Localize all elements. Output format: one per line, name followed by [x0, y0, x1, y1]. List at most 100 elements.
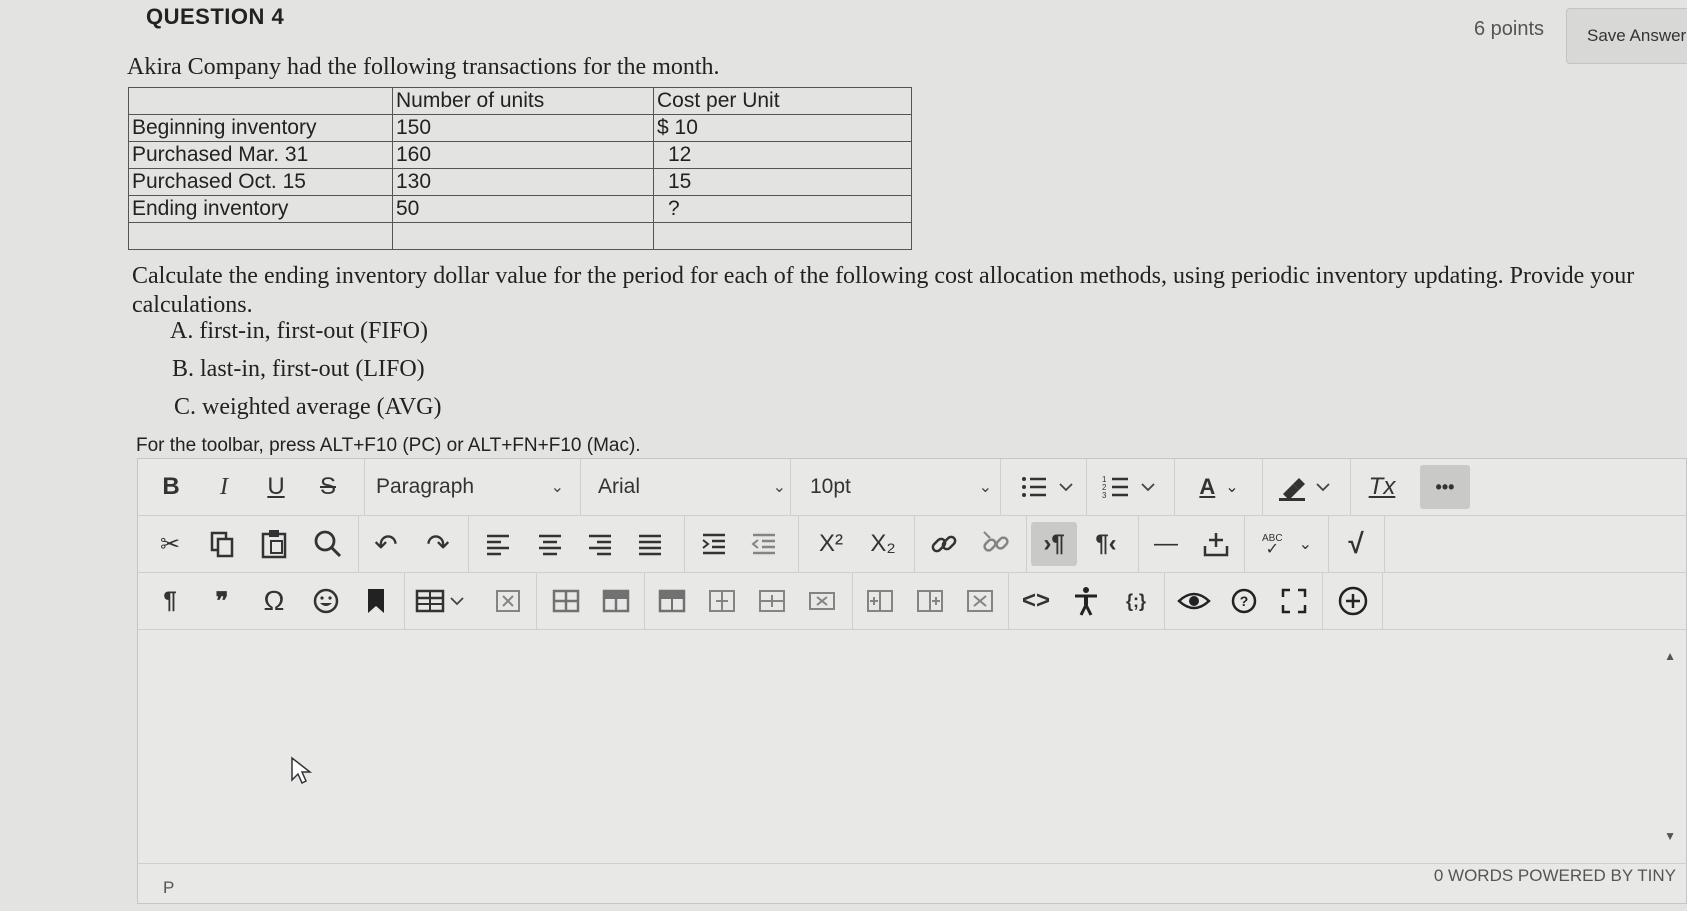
copy-button[interactable] [202, 526, 242, 562]
align-left-button[interactable] [478, 526, 518, 562]
superscript-button[interactable]: X² [808, 526, 854, 562]
strikethrough-button[interactable]: S [310, 469, 346, 505]
option-a: A. first-in, first-out (FIFO) [170, 318, 428, 345]
bold-button[interactable]: B [153, 469, 189, 505]
add-circle-icon [1338, 586, 1368, 616]
scroll-up-arrow-icon[interactable]: ▲ [1664, 649, 1676, 663]
toolbar-row-3: ¶ ❞ Ω <> {;} ? [138, 573, 1687, 630]
outdent-button[interactable] [744, 526, 784, 562]
spellcheck-button[interactable]: ABC ✓ ⌄ [1252, 524, 1322, 564]
scissors-icon: ✂ [159, 530, 181, 558]
table-row-icon [552, 589, 580, 613]
copy-icon [210, 531, 234, 558]
redo-icon: ↷ [426, 528, 450, 560]
table-insert-row-before-button[interactable] [652, 583, 692, 619]
delete-table-button[interactable] [488, 583, 528, 619]
cut-button[interactable]: ✂ [150, 526, 190, 562]
accessibility-icon [1075, 587, 1097, 616]
text-color-button[interactable]: A ⌄ [1184, 469, 1254, 505]
option-text: weighted average (AVG) [202, 394, 442, 420]
table-insert-col-after-button[interactable] [910, 583, 950, 619]
table-header-cell: Cost per Unit [653, 87, 912, 115]
underline-button[interactable]: U [258, 469, 294, 505]
blockquote-button[interactable]: ❞ [202, 583, 242, 619]
justify-button[interactable] [630, 526, 670, 562]
redo-button[interactable]: ↷ [418, 526, 458, 562]
save-answer-button[interactable]: Save Answer [1566, 8, 1687, 64]
svg-text:?: ? [1240, 593, 1249, 609]
math-equation-button[interactable]: √ [1336, 526, 1376, 562]
option-text: first-in, first-out (FIFO) [199, 318, 428, 344]
link-icon [931, 535, 957, 553]
table-row-properties-button[interactable] [546, 583, 586, 619]
table-cell: Purchased Oct. 15 [128, 168, 393, 196]
more-options-button[interactable]: ••• [1420, 465, 1470, 509]
subscript-button[interactable]: X₂ [860, 526, 906, 562]
highlight-color-button[interactable] [1272, 469, 1342, 505]
numbered-list-button[interactable]: 1 2 3 [1096, 469, 1166, 505]
table-insert-col-icon [867, 590, 893, 612]
element-path[interactable]: P [163, 878, 174, 898]
italic-button[interactable]: I [206, 469, 242, 505]
option-letter: C. [174, 394, 197, 420]
powered-by-link[interactable]: POWERED BY TINY [1518, 866, 1676, 885]
bookmark-button[interactable] [356, 583, 396, 619]
clear-formatting-button[interactable]: Tx [1360, 469, 1404, 505]
option-letter: B. [172, 356, 195, 382]
code-sample-button[interactable]: {;} [1116, 583, 1156, 619]
align-center-button[interactable] [530, 526, 570, 562]
help-button[interactable]: ? [1224, 583, 1264, 619]
table-cell: 160 [392, 141, 654, 169]
emoticons-button[interactable] [306, 583, 346, 619]
accessibility-checker-button[interactable] [1066, 583, 1106, 619]
insert-link-button[interactable] [924, 526, 964, 562]
table-row: Purchased Oct. 15 130 15 [128, 168, 912, 196]
editor-status-bar: P 0 WORDS POWERED BY TINY [138, 863, 1687, 906]
table-cell: Ending inventory [128, 195, 393, 223]
paste-button[interactable] [254, 526, 294, 562]
horizontal-line-button[interactable]: — [1146, 526, 1186, 562]
insert-table-button[interactable] [412, 583, 478, 619]
font-family-value: Arial [598, 475, 641, 498]
align-right-button[interactable] [580, 526, 620, 562]
table-delete-col-button[interactable] [960, 583, 1000, 619]
table-delete-icon [496, 590, 520, 612]
block-format-dropdown[interactable]: Paragraph ⌄ [376, 469, 572, 505]
unlink-icon [983, 531, 1009, 552]
table-icon [415, 589, 464, 613]
special-character-button[interactable]: Ω [254, 583, 294, 619]
insert-anchor-button[interactable] [1196, 526, 1236, 562]
scroll-down-arrow-icon[interactable]: ▼ [1664, 829, 1676, 843]
undo-button[interactable]: ↶ [366, 526, 406, 562]
table-insert-row-after-button[interactable] [702, 583, 742, 619]
bookmark-icon [368, 589, 384, 613]
source-code-button[interactable]: <> [1016, 583, 1056, 619]
align-justify-icon [639, 534, 661, 556]
table-row-delete-x-button[interactable] [802, 583, 842, 619]
preview-button[interactable] [1172, 583, 1216, 619]
table-insert-col-before-button[interactable] [860, 583, 900, 619]
toolbar-row-1: B I U S Paragraph ⌄ Arial ⌄ 10pt ⌄ 1 2 3… [138, 459, 1687, 516]
rtl-pilcrow-icon: ¶‹ [1095, 530, 1117, 557]
remove-link-button[interactable] [976, 526, 1016, 562]
fullscreen-button[interactable] [1274, 583, 1314, 619]
fullscreen-icon [1281, 588, 1307, 614]
mouse-pointer-icon [290, 756, 313, 791]
rtl-direction-button[interactable]: ¶‹ [1084, 526, 1128, 562]
ltr-direction-button[interactable]: ›¶ [1031, 522, 1077, 566]
insert-content-button[interactable] [1332, 581, 1374, 621]
points-label: 6 points [1474, 18, 1545, 40]
indent-button[interactable] [694, 526, 734, 562]
find-replace-button[interactable] [308, 526, 348, 562]
bullet-list-button[interactable] [1014, 469, 1084, 505]
font-size-dropdown[interactable]: 10pt ⌄ [810, 469, 1000, 505]
show-blocks-button[interactable]: ¶ [150, 583, 190, 619]
help-icon: ? [1231, 588, 1257, 614]
table-delete-row-button[interactable] [752, 583, 792, 619]
block-format-value: Paragraph [376, 475, 475, 498]
table-cell-properties-button[interactable] [596, 583, 636, 619]
ltr-pilcrow-icon: ›¶ [1043, 530, 1065, 557]
editor-content-area[interactable] [138, 630, 1687, 870]
table-cell [653, 222, 912, 250]
font-family-dropdown[interactable]: Arial ⌄ [598, 469, 794, 505]
